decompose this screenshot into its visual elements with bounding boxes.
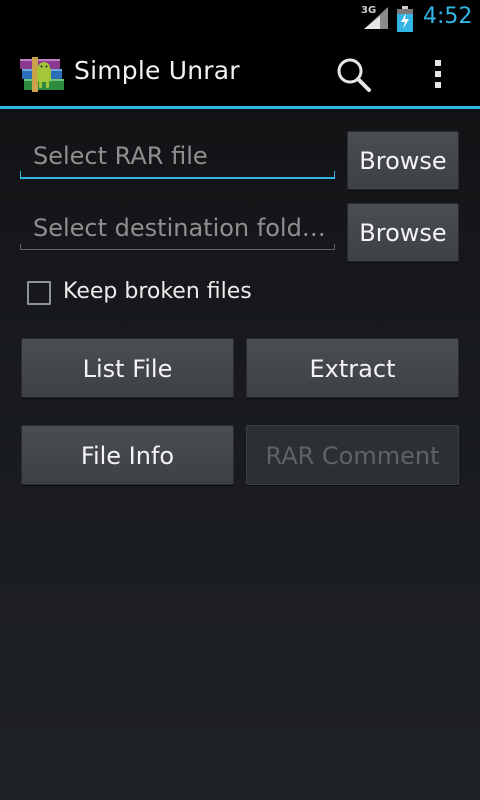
- action-bar: Simple Unrar: [0, 38, 480, 109]
- overflow-menu-icon[interactable]: [424, 52, 452, 96]
- browse-rar-file-label: Browse: [359, 147, 447, 175]
- signal-strength-icon: [364, 7, 388, 29]
- browse-destination-button[interactable]: Browse: [347, 203, 459, 262]
- file-info-button[interactable]: File Info: [21, 425, 234, 485]
- keep-broken-files-label[interactable]: Keep broken files: [63, 279, 252, 304]
- rar-comment-button: RAR Comment: [246, 425, 459, 485]
- keep-broken-files-checkbox[interactable]: [27, 281, 51, 305]
- list-file-label: List File: [82, 355, 173, 383]
- search-icon[interactable]: [330, 52, 378, 96]
- rar-comment-label: RAR Comment: [265, 442, 440, 470]
- extract-label: Extract: [309, 355, 396, 383]
- browse-destination-label: Browse: [359, 219, 447, 247]
- status-bar: 3G 4:52: [0, 0, 480, 38]
- app-title: Simple Unrar: [74, 56, 240, 85]
- battery-charging-icon: [397, 6, 413, 32]
- file-info-label: File Info: [80, 442, 175, 470]
- app-screen: 3G 4:52 Simple Unrar Select RAR file Bro…: [0, 0, 480, 800]
- rar-file-underline: [20, 171, 335, 179]
- extract-button[interactable]: Extract: [246, 338, 459, 398]
- destination-underline: [20, 244, 335, 250]
- browse-rar-file-button[interactable]: Browse: [347, 131, 459, 190]
- status-clock: 4:52: [423, 4, 473, 29]
- list-file-button[interactable]: List File: [21, 338, 234, 398]
- winrar-app-icon[interactable]: [18, 56, 68, 94]
